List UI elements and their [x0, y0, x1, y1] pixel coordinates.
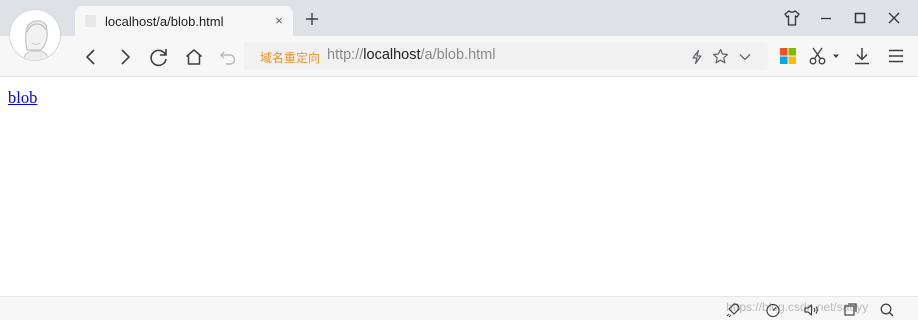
- url-host: localhost: [363, 47, 421, 63]
- close-window-button[interactable]: [880, 6, 908, 30]
- magnifier-icon: [880, 303, 894, 317]
- download-button[interactable]: [850, 44, 874, 68]
- screenshot-dropdown-button[interactable]: [829, 44, 843, 68]
- plus-icon: [306, 13, 318, 25]
- page-favicon-icon: [85, 15, 96, 27]
- maximize-icon: [854, 12, 866, 24]
- gauge-icon: [766, 303, 780, 318]
- url-text[interactable]: http://localhost/a/blob.html: [327, 47, 495, 63]
- screenshot-button[interactable]: [806, 44, 830, 68]
- browser-tab[interactable]: localhost/a/blob.html ×: [75, 6, 293, 36]
- maximize-button[interactable]: [846, 6, 874, 30]
- back-icon: [85, 49, 95, 65]
- url-path: /a/blob.html: [420, 47, 496, 63]
- forward-button[interactable]: [112, 44, 138, 70]
- minimize-icon: [821, 17, 831, 20]
- lightning-icon: [691, 49, 702, 64]
- scissors-icon: [809, 47, 826, 65]
- close-icon: [888, 12, 900, 24]
- mute-button[interactable]: [802, 301, 820, 319]
- toolbar: 域名重定向 http://localhost/a/blob.html: [0, 36, 918, 77]
- speed-mode-button[interactable]: [688, 48, 705, 65]
- rocket-icon: [726, 303, 740, 318]
- user-avatar[interactable]: [9, 9, 61, 61]
- address-dropdown-button[interactable]: [736, 48, 753, 65]
- status-bar: https://blog.csdn.net/sauyy: [0, 296, 918, 320]
- skin-button[interactable]: [778, 6, 806, 30]
- back-button[interactable]: [78, 44, 104, 70]
- blob-link[interactable]: blob: [8, 88, 37, 108]
- speaker-icon: [804, 304, 818, 316]
- tab-close-button[interactable]: ×: [271, 13, 287, 29]
- apps-button[interactable]: [776, 44, 800, 68]
- new-tab-button[interactable]: [302, 9, 322, 29]
- bookmark-star-button[interactable]: [712, 48, 729, 65]
- caret-down-icon: [833, 54, 839, 58]
- apps-grid-icon: [780, 48, 796, 64]
- tab-title: localhost/a/blob.html: [105, 14, 224, 29]
- zoom-button[interactable]: [878, 301, 896, 319]
- reload-icon: [150, 49, 167, 67]
- address-bar[interactable]: 域名重定向 http://localhost/a/blob.html: [244, 42, 768, 70]
- accelerate-button[interactable]: [724, 301, 742, 319]
- undo-close-button[interactable]: [215, 44, 241, 70]
- window-icon: [844, 303, 857, 316]
- tshirt-icon: [784, 10, 800, 26]
- chevron-down-icon: [739, 53, 750, 60]
- page-content: blob: [0, 78, 918, 296]
- minimize-button[interactable]: [812, 6, 840, 30]
- main-menu-button[interactable]: [884, 44, 908, 68]
- reload-button[interactable]: [146, 44, 172, 70]
- home-button[interactable]: [181, 44, 207, 70]
- menu-icon: [889, 49, 903, 63]
- avatar-icon: [11, 11, 60, 60]
- redirect-label: 域名重定向: [260, 51, 321, 65]
- title-bar: localhost/a/blob.html ×: [0, 0, 918, 36]
- undo-icon: [220, 51, 236, 65]
- star-icon: [712, 48, 729, 64]
- download-icon: [855, 48, 869, 65]
- speedtest-button[interactable]: [764, 301, 782, 319]
- forward-icon: [121, 49, 131, 65]
- window-button[interactable]: [841, 301, 859, 319]
- url-scheme: http://: [327, 47, 364, 63]
- home-icon: [186, 49, 202, 65]
